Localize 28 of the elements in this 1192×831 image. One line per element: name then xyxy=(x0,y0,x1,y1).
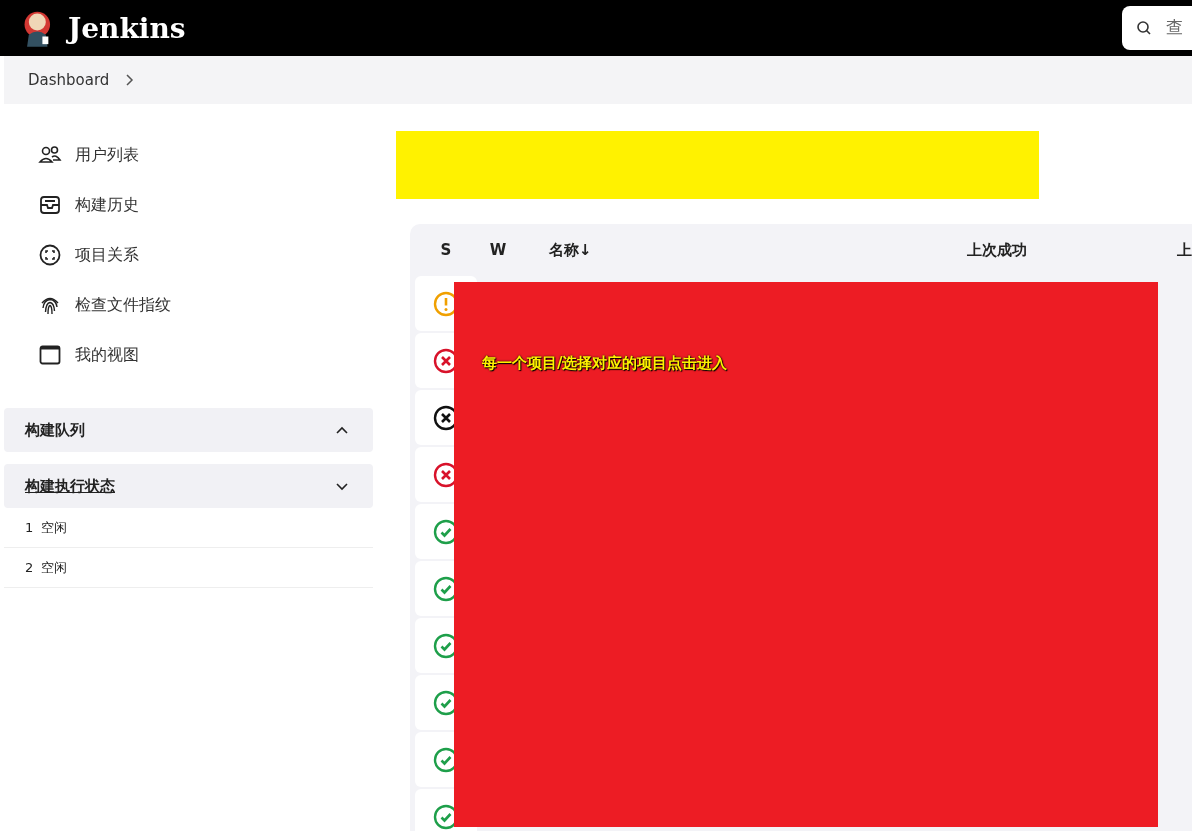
executor-number: 1 xyxy=(25,520,34,535)
column-header[interactable]: 上 xyxy=(1177,240,1192,260)
app-title[interactable]: Jenkins xyxy=(68,11,186,45)
breadcrumb-link[interactable]: Dashboard xyxy=(28,71,110,89)
executor-number: 2 xyxy=(25,560,34,575)
sidebar-item[interactable]: 构建历史 xyxy=(38,180,373,230)
sidebar-item[interactable]: 我的视图 xyxy=(38,330,373,380)
window-icon xyxy=(38,343,62,367)
sidebar-item[interactable]: 检查文件指纹 xyxy=(38,280,373,330)
chevron-right-icon[interactable] xyxy=(125,73,136,87)
panel-header[interactable]: 构建执行状态 xyxy=(4,464,373,508)
annotation-text: 每一个项目/选择对应的项目点击进入 xyxy=(482,354,728,373)
column-header[interactable]: 上次成功 xyxy=(849,240,1177,260)
column-header[interactable]: S xyxy=(415,241,477,259)
sidebar-item[interactable]: 用户列表 xyxy=(38,130,373,180)
panel-title[interactable]: 构建执行状态 xyxy=(25,476,115,496)
executor-status: 空闲 xyxy=(41,518,68,537)
chevron-icon[interactable] xyxy=(335,481,349,491)
column-header[interactable]: W xyxy=(477,241,519,259)
panel-title[interactable]: 构建队列 xyxy=(25,420,85,440)
chevron-icon[interactable] xyxy=(335,425,349,435)
sidebar-item[interactable]: 项目关系 xyxy=(38,230,373,280)
focus-circle-icon xyxy=(38,243,62,267)
executor-status: 空闲 xyxy=(41,558,68,577)
panel-header[interactable]: 构建队列 xyxy=(4,408,373,452)
search-field[interactable]: 查 xyxy=(1122,6,1192,50)
column-header[interactable]: 名称↓ xyxy=(519,240,849,260)
inbox-icon xyxy=(38,193,62,217)
